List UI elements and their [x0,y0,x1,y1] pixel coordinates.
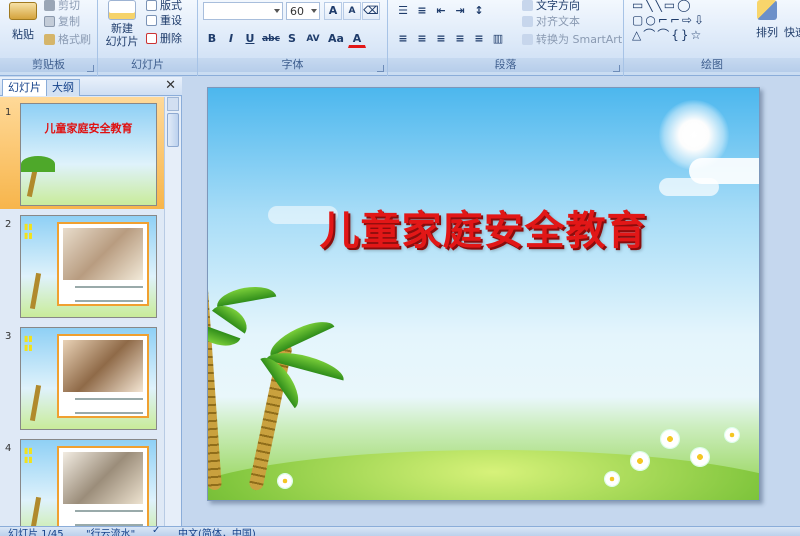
thumbnail-preview: ▮▮▮▮ [20,215,157,318]
close-icon[interactable]: ✕ [165,78,176,93]
font-color-button[interactable]: A [348,30,366,48]
delete-icon [146,32,157,44]
paragraph-group-label: 段落 [388,58,623,72]
tab-slides[interactable]: 幻灯片 [2,79,47,96]
new-slide-icon [108,0,136,20]
decrease-indent-button[interactable]: ⇤ [432,2,450,20]
align-text-icon [522,15,533,27]
paragraph-group: ☰ ≡ ⇤ ⇥ ↕ 文字方向 对齐文本 ≡ ≡ ≡ ≡ ≡ ▥ 转换为 Smar… [388,0,624,76]
align-right-button[interactable]: ≡ [432,30,450,48]
smartart-button[interactable]: 转换为 SmartArt [522,31,622,47]
grow-font-button[interactable]: A [324,2,342,20]
slides-group-label: 幻灯片 [98,58,197,72]
clipboard-group-label: 剪贴板 [0,58,97,72]
chevron-down-icon [274,9,280,13]
chevron-down-icon [311,9,317,13]
status-bar: 幻灯片 1/45 "行云流水" ✓ 中文(简体，中国) [0,526,800,536]
line-spacing-button[interactable]: ↕ [470,2,488,20]
drawing-group-label: 绘图 [624,58,800,72]
thumbnail-preview: 儿童家庭安全教育 [20,103,157,206]
tab-outline[interactable]: 大纲 [46,79,80,96]
paste-button[interactable]: 粘贴 [6,2,40,42]
cut-icon [44,0,55,11]
font-launcher-icon[interactable] [377,65,384,72]
flower-graphic [278,474,292,488]
bold-button[interactable]: B [203,30,221,48]
clear-format-button[interactable]: ⌫ [362,2,380,20]
slides-group: 新建 幻灯片 版式 重设 删除 幻灯片 [98,0,198,76]
cloud-graphic [659,178,719,196]
theme-name: "行云流水" [86,529,136,536]
bullets-button[interactable]: ☰ [394,2,412,20]
align-left-button[interactable]: ≡ [394,30,412,48]
thumbnail-list: 1 儿童家庭安全教育 2 ▮▮▮▮ 3 ▮▮▮▮ 4 ▮▮▮▮ [0,97,164,526]
reset-button[interactable]: 重设 [146,12,182,28]
font-group-label: 字体 [198,58,387,72]
flower-graphic [691,448,709,466]
paragraph-launcher-icon[interactable] [613,65,620,72]
text-direction-icon [522,0,533,11]
font-size-combo[interactable]: 60 [286,2,320,20]
arrange-icon [757,0,777,20]
thumbnail-preview: ▮▮▮▮ [20,327,157,430]
format-painter-icon [44,33,55,45]
panel-tabs: 幻灯片 大纲 ✕ [0,77,182,96]
columns-button[interactable]: ▥ [489,30,507,48]
align-center-button[interactable]: ≡ [413,30,431,48]
thumbnail-2[interactable]: 2 ▮▮▮▮ [0,209,164,321]
cut-button[interactable]: 剪切 [44,0,80,13]
flower-graphic [605,472,619,486]
shadow-button[interactable]: S [283,30,301,48]
numbering-button[interactable]: ≡ [413,2,431,20]
shrink-font-button[interactable]: A [343,2,361,20]
copy-button[interactable]: 复制 [44,13,80,29]
italic-button[interactable]: I [222,30,240,48]
thumbnail-1[interactable]: 1 儿童家庭安全教育 [0,97,164,209]
delete-button[interactable]: 删除 [146,30,182,46]
justify-button[interactable]: ≡ [451,30,469,48]
quick-styles-button[interactable]: 快速 [784,24,800,40]
change-case-button[interactable]: Aa [325,30,347,48]
format-painter-button[interactable]: 格式刷 [44,31,91,47]
slide-title[interactable]: 儿童家庭安全教育 [208,198,759,256]
new-slide-button[interactable]: 新建 幻灯片 [102,0,142,48]
reset-icon [146,14,157,26]
font-group: 60 A A ⌫ B I U abc S AV Aa A 字体 [198,0,388,76]
strikethrough-button[interactable]: abc [260,30,282,48]
paste-icon [9,2,37,20]
flower-graphic [725,428,739,442]
clipboard-group: 粘贴 剪切 复制 格式刷 剪贴板 [0,0,98,76]
distribute-button[interactable]: ≡ [470,30,488,48]
increase-indent-button[interactable]: ⇥ [451,2,469,20]
ribbon: 粘贴 剪切 复制 格式刷 剪贴板 新建 幻灯片 版式 重设 删除 幻灯片 60 … [0,0,800,76]
palm-leaf [265,314,335,357]
underline-button[interactable]: U [241,30,259,48]
slide-canvas: 儿童家庭安全教育 [183,77,800,526]
thumbnail-4[interactable]: 4 ▮▮▮▮ [0,433,164,526]
scrollbar-thumb[interactable] [167,113,179,147]
thumbnail-scrollbar[interactable] [164,97,181,526]
layout-icon [146,0,157,11]
smartart-icon [522,33,533,45]
thumbnail-preview: ▮▮▮▮ [20,439,157,526]
text-direction-button[interactable]: 文字方向 [522,0,580,13]
scroll-up-icon[interactable] [167,97,179,111]
shapes-gallery[interactable]: ▭╲╲▭◯ ▢○⌐⌐⇨⇩ △⌒⌒{}☆ [632,0,740,44]
arrange-button[interactable]: 排列 [752,0,782,40]
font-name-combo[interactable] [203,2,283,20]
language-indicator[interactable]: 中文(简体，中国) [178,527,256,536]
drawing-group: ▭╲╲▭◯▢○⌐⌐⇨⇩△⌒⌒{}☆ 排列 快速 绘图 [624,0,800,76]
flower-graphic [661,430,679,448]
palm-leaf [214,282,277,307]
slide-counter: 幻灯片 1/45 [8,529,64,536]
flower-graphic [631,452,649,470]
spacing-button[interactable]: AV [302,30,324,48]
clipboard-launcher-icon[interactable] [87,65,94,72]
thumbnail-3[interactable]: 3 ▮▮▮▮ [0,321,164,433]
current-slide[interactable]: 儿童家庭安全教育 [207,87,760,501]
check-icon[interactable]: ✓ [152,527,160,536]
align-text-button[interactable]: 对齐文本 [522,13,580,29]
copy-icon [44,15,55,27]
slides-panel: 幻灯片 大纲 ✕ 1 儿童家庭安全教育 2 ▮▮▮▮ 3 ▮▮▮▮ 4 ▮▮▮▮ [0,77,182,526]
